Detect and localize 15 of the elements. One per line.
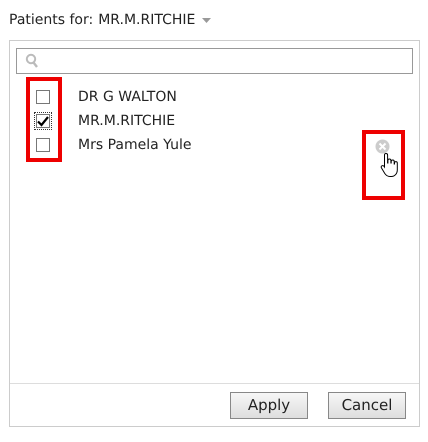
patient-name[interactable]: DR G WALTON bbox=[78, 89, 177, 105]
checkbox[interactable] bbox=[36, 114, 50, 128]
patient-name[interactable]: Mrs Pamela Yule bbox=[78, 137, 192, 153]
annotation-frame bbox=[362, 130, 405, 200]
dropdown-caret-icon[interactable] bbox=[202, 18, 212, 22]
dialog-button[interactable]: Cancel bbox=[328, 392, 406, 418]
checkbox[interactable] bbox=[36, 138, 50, 152]
patient-name[interactable]: MR.M.RITCHIE bbox=[78, 113, 176, 129]
search-field[interactable] bbox=[16, 48, 413, 74]
hand-cursor-icon bbox=[380, 152, 400, 178]
search-icon bbox=[25, 53, 39, 69]
dialog-button[interactable]: Apply bbox=[230, 392, 308, 418]
header-label: Patients for: bbox=[9, 12, 94, 28]
patient-dropdown[interactable]: MR.M.RITCHIE bbox=[98, 12, 196, 28]
checkbox[interactable] bbox=[36, 90, 50, 104]
